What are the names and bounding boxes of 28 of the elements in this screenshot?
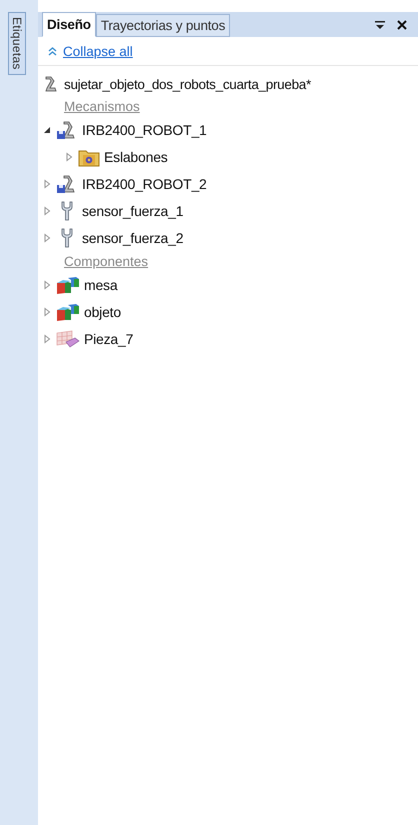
collapsed-arrow-icon[interactable] [42,178,52,188]
collapsed-arrow-icon[interactable] [42,334,52,344]
tree-item[interactable]: objeto [84,304,121,320]
close-icon[interactable] [396,18,408,30]
tree-item[interactable]: sensor_fuerza_2 [82,230,184,246]
side-tab[interactable]: Etiquetas [8,12,26,75]
blocks-icon [56,302,80,322]
tree-item[interactable]: IRB2400_ROBOT_1 [82,122,207,138]
tree-item[interactable]: sujetar_objeto_dos_robots_cuarta_prueba* [64,76,311,92]
tree-item[interactable]: mesa [84,276,118,292]
group-heading: Mecanismos [64,98,140,114]
collapsed-arrow-icon[interactable] [42,232,52,242]
expanded-arrow-icon[interactable] [42,124,52,134]
group-heading: Componentes [64,254,148,268]
double-chevron-icon [48,46,57,56]
collapsed-arrow-icon[interactable] [42,280,52,290]
mesh-part-icon [56,328,80,348]
collapsed-arrow-icon[interactable] [64,152,74,162]
tree-item[interactable]: sensor_fuerza_1 [82,202,184,218]
tree-item[interactable]: IRB2400_ROBOT_2 [82,176,207,192]
blocks-icon [56,274,80,294]
collapsed-arrow-icon[interactable] [42,306,52,316]
tree-item[interactable]: Pieza_7 [84,330,134,346]
tab[interactable]: Diseño [42,12,96,37]
collapse-all-link[interactable]: Collapse all [63,44,133,58]
tab[interactable]: Trayectorias y puntos [96,14,230,37]
collapsed-arrow-icon[interactable] [42,206,52,216]
tree-item[interactable]: Eslabones [104,148,168,164]
